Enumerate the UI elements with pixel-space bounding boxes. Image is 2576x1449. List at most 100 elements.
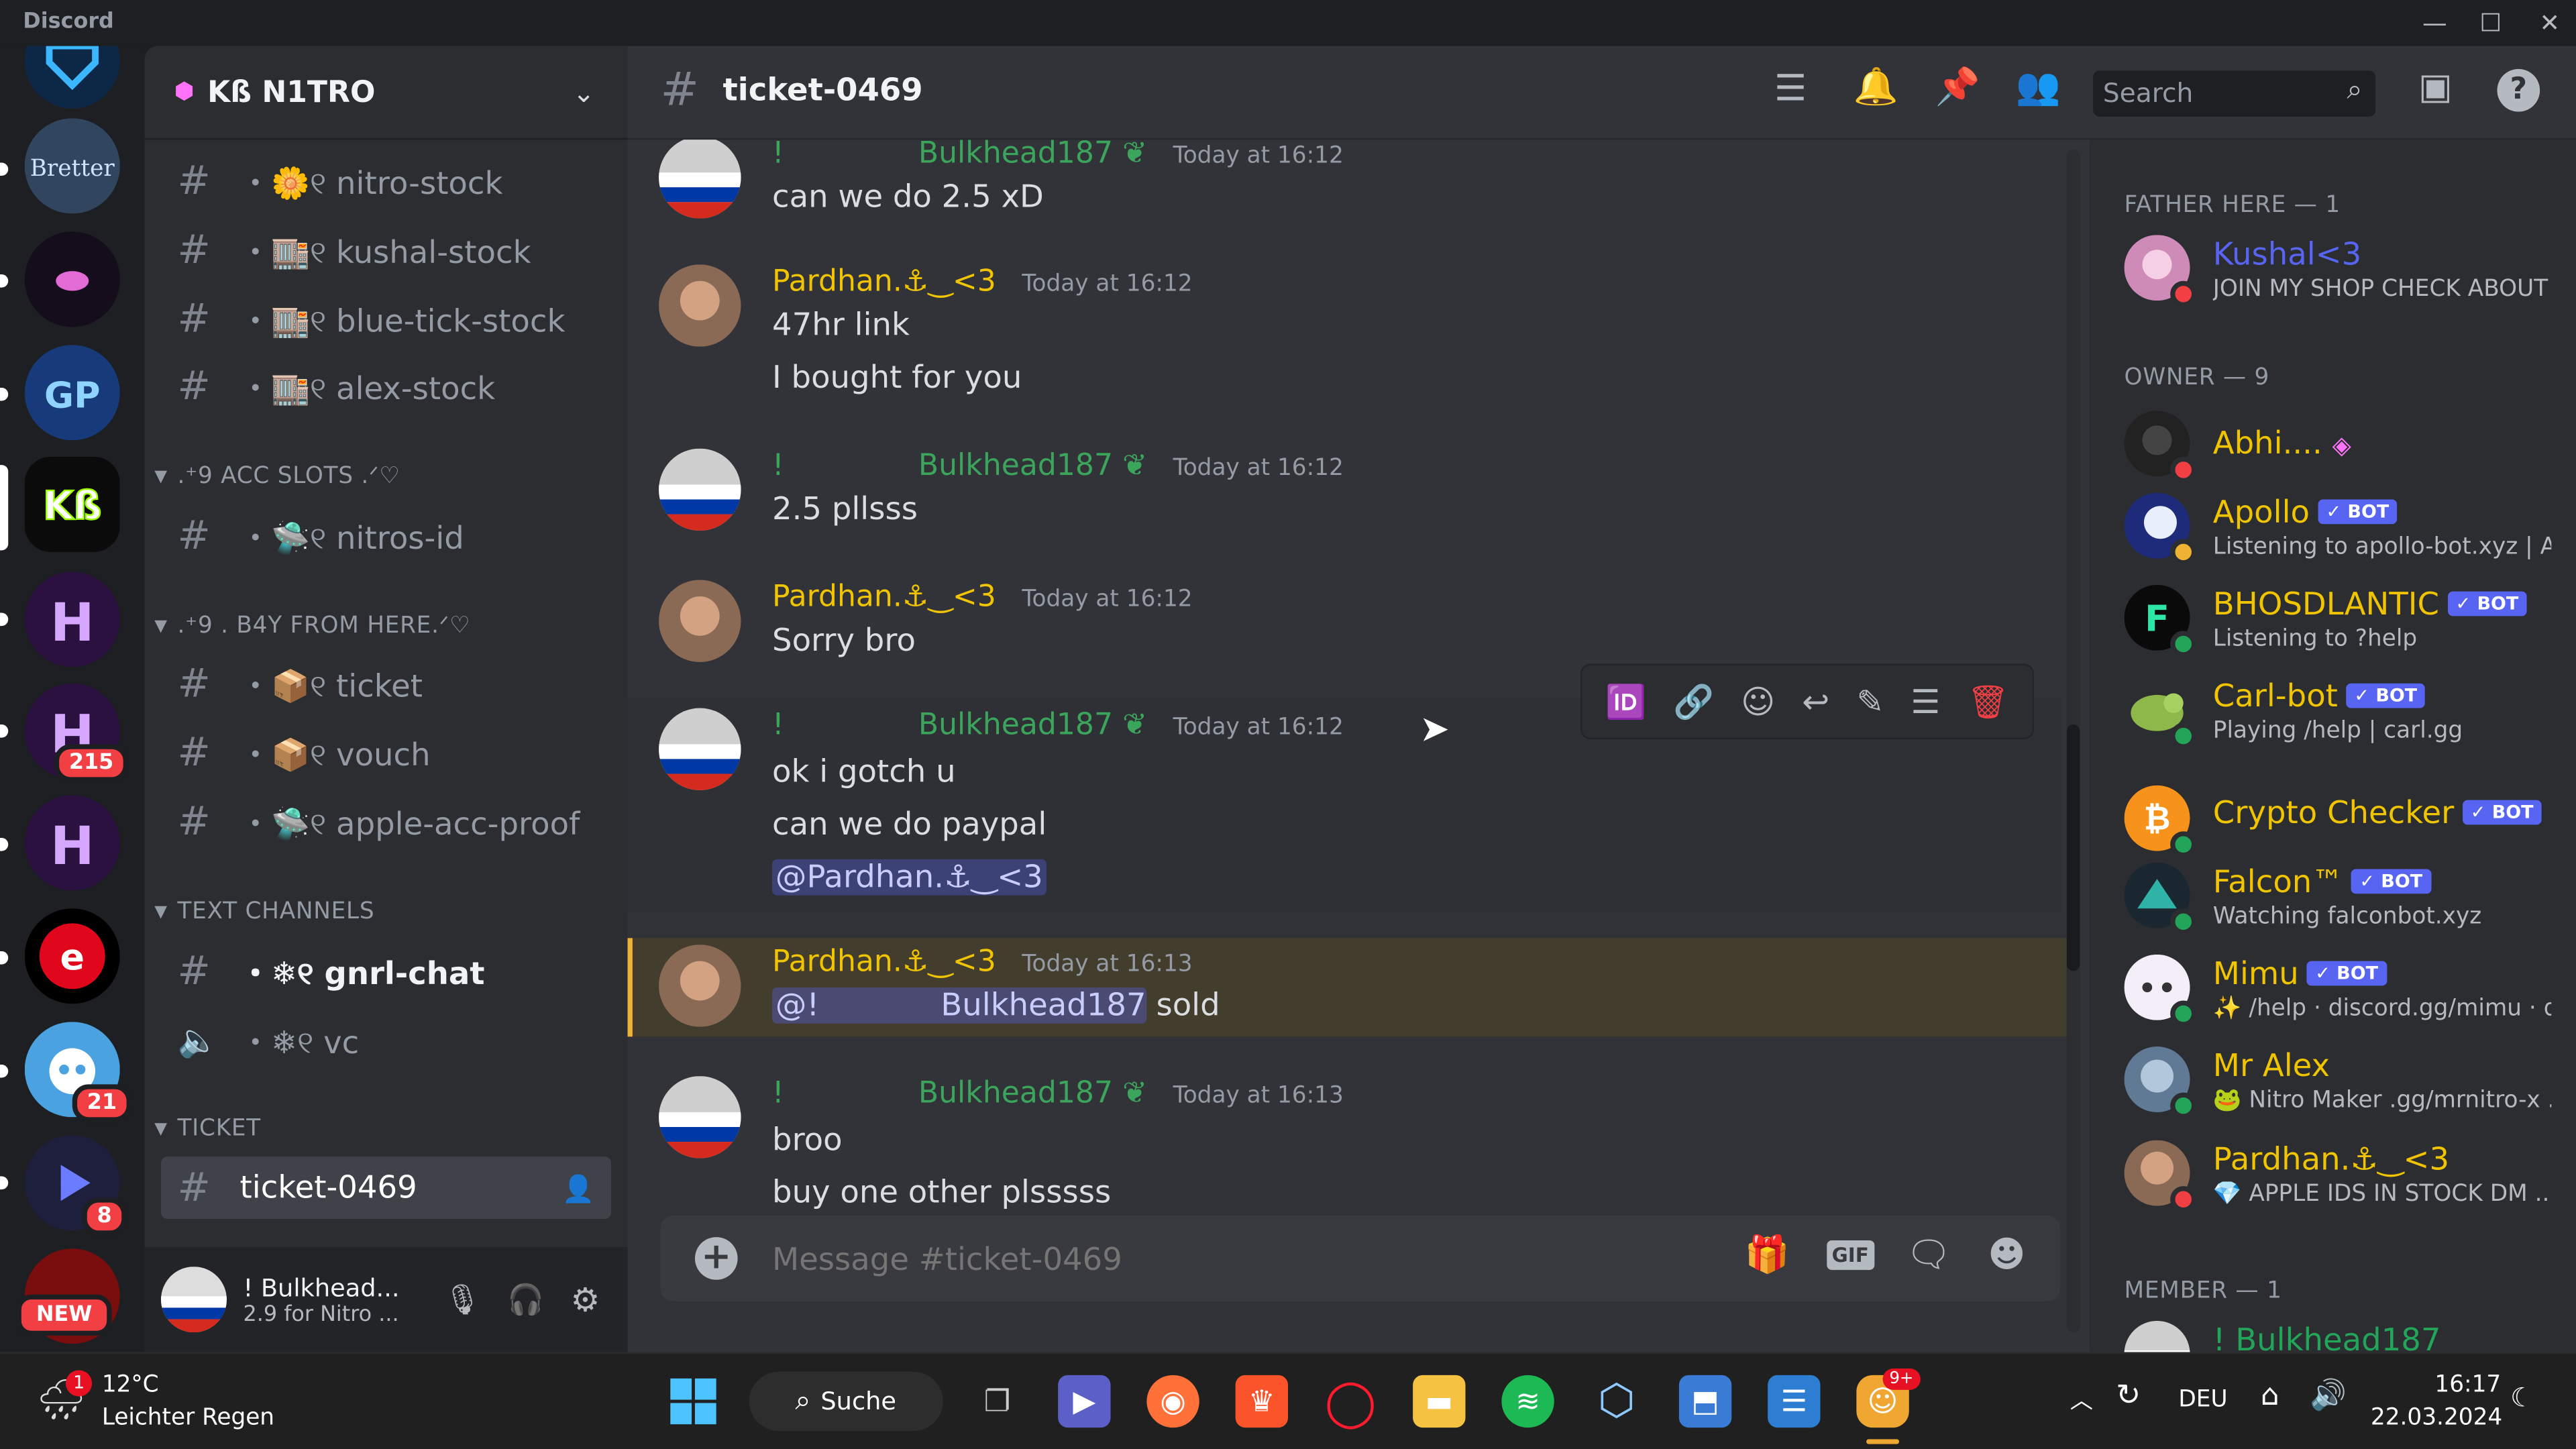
- opera-icon[interactable]: ◯: [1324, 1375, 1377, 1429]
- channel-vc[interactable]: 🔈 ・❄୧ vc: [161, 1009, 611, 1071]
- sticker-icon[interactable]: 🗨: [1906, 1236, 1951, 1277]
- member-carl-bot[interactable]: Carl-bot ✓ BOT Playing /help | carl.gg: [2125, 672, 2568, 754]
- member-bhosdlantic[interactable]: F BHOSDLANTIC ✓ BOT Listening to ?help: [2124, 580, 2568, 661]
- inbox-icon[interactable]: ▣: [2418, 67, 2453, 108]
- message-author[interactable]: ! Bulkhead187 ❦ Today at 16:12: [772, 708, 1344, 743]
- firefox-icon[interactable]: ◉: [1146, 1375, 1199, 1428]
- member-apollo[interactable]: Apollo ✓ BOT Listening to apollo-bot.xyz …: [2124, 488, 2568, 570]
- gif-button[interactable]: GIF: [1827, 1240, 1874, 1271]
- avatar[interactable]: [659, 945, 741, 1027]
- channel-nitro-stock[interactable]: # ・🌼୧ nitro-stock: [161, 150, 611, 212]
- minimize-button[interactable]: —: [2410, 5, 2459, 41]
- server-icon-gp[interactable]: GP: [24, 345, 120, 441]
- clock-date[interactable]: 22.03.2024: [2371, 1405, 2502, 1431]
- avatar[interactable]: [659, 580, 741, 662]
- avatar[interactable]: [659, 448, 741, 531]
- server-icon-h3[interactable]: H: [24, 795, 120, 891]
- member-pardhan[interactable]: Pardhan.⚓︎‿<3 💎 APPLE IDS IN STOCK DM ..…: [2124, 1135, 2568, 1217]
- member-crypto-checker[interactable]: ₿ Crypto Checker ✓ BOT: [2124, 780, 2568, 862]
- virtualbox-icon[interactable]: ⬡: [1591, 1375, 1643, 1428]
- add-attachment-icon[interactable]: +: [694, 1237, 738, 1280]
- member-kushal[interactable]: Kushal<3 JOIN MY SHOP CHECK ABOUT: [2124, 230, 2568, 312]
- search-box[interactable]: Search ⌕: [2093, 70, 2376, 117]
- avatar[interactable]: [659, 1076, 741, 1159]
- gift-icon[interactable]: 🎁: [1745, 1236, 1790, 1277]
- server-icon-shield[interactable]: [24, 46, 120, 109]
- avatar[interactable]: [659, 264, 741, 347]
- member-abhi[interactable]: Abhi.... ◈: [2124, 406, 2568, 488]
- channel-blue-tick-stock[interactable]: # ・🏬୧ blue-tick-stock: [161, 288, 611, 350]
- focus-moon-icon[interactable]: ☾: [2510, 1382, 2534, 1413]
- message-author[interactable]: ! Bulkhead187 ❦ Today at 16:13: [772, 1076, 1344, 1110]
- guild-header[interactable]: ⬢ Kß N1TRO ⌄: [144, 46, 628, 140]
- maximize-button[interactable]: ☐: [2466, 5, 2515, 41]
- category-buy[interactable]: ▼ .⁺9 . B4Y FROM HERE.ᐟ♡: [154, 612, 470, 639]
- avatar[interactable]: [659, 140, 741, 219]
- server-icon-red[interactable]: e: [24, 908, 120, 1004]
- emoji-icon[interactable]: ☻: [1988, 1236, 2025, 1277]
- avatar[interactable]: [161, 1267, 227, 1333]
- volume-icon[interactable]: 🔊: [2310, 1379, 2347, 1413]
- member-mr-alex[interactable]: Mr Alex 🐸 Nitro Maker .gg/mrnitro-x ...: [2124, 1042, 2568, 1124]
- settings-icon[interactable]: ⚙: [570, 1280, 600, 1320]
- member-list-icon[interactable]: 👥: [2016, 67, 2061, 108]
- avatar[interactable]: [659, 708, 741, 790]
- delete-icon[interactable]: 🗑: [1967, 682, 2008, 721]
- add-reaction-icon[interactable]: ☺: [1741, 682, 1775, 721]
- member-bulkhead[interactable]: ! Bulkhead187: [2124, 1316, 2568, 1352]
- category-ticket[interactable]: ▼ TICKET: [154, 1116, 261, 1142]
- message[interactable]: Pardhan.⚓︎‿<3 Today at 16:13 @! Bulkhead1…: [627, 938, 2067, 1037]
- copy-id-icon[interactable]: 🆔: [1605, 682, 1646, 721]
- start-button[interactable]: [667, 1375, 719, 1428]
- server-icon-kb[interactable]: Kß: [24, 456, 120, 552]
- teams-icon[interactable]: ▶: [1058, 1375, 1111, 1428]
- member-mimu[interactable]: Mimu ✓ BOT ✨ /help · discord.gg/mimu · d.…: [2124, 950, 2568, 1032]
- spotify-icon[interactable]: ≋: [1501, 1375, 1554, 1428]
- link-icon[interactable]: 🔗: [1673, 682, 1714, 721]
- message-author[interactable]: ! Bulkhead187 ❦ Today at 16:12: [772, 449, 1344, 483]
- installer-icon[interactable]: ⬒: [1678, 1375, 1732, 1428]
- add-member-icon[interactable]: 👤: [562, 1172, 595, 1203]
- channel-vouch[interactable]: # ・📦୧ vouch: [161, 721, 611, 784]
- threads-icon[interactable]: ☰: [1774, 69, 1807, 110]
- bell-icon[interactable]: 🔔: [1853, 67, 1898, 108]
- user-mention[interactable]: @! Bulkhead187: [772, 987, 1146, 1024]
- sync-icon[interactable]: ↻: [2116, 1379, 2141, 1413]
- user-mention[interactable]: @Pardhan.⚓︎‿<3: [772, 859, 1046, 896]
- channel-ticket-0469[interactable]: # ticket-0469 👤: [161, 1157, 612, 1220]
- message-input[interactable]: [769, 1235, 1696, 1285]
- microphone-icon[interactable]: 🎙: [443, 1282, 481, 1316]
- notepad-icon[interactable]: ☰: [1768, 1375, 1821, 1428]
- brave-icon[interactable]: ♛: [1235, 1375, 1289, 1428]
- scrollbar-thumb[interactable]: [2066, 724, 2080, 971]
- headphones-icon[interactable]: 🎧: [507, 1282, 544, 1316]
- chevron-up-icon[interactable]: ︿: [2070, 1383, 2093, 1416]
- help-icon[interactable]: ?: [2497, 68, 2540, 112]
- message-author[interactable]: ! Bulkhead187 ❦ Today at 16:12: [772, 140, 1344, 171]
- server-icon-h1[interactable]: H: [24, 572, 120, 667]
- category-acc-slots[interactable]: ▼ .⁺9 ACC SLOTS .ᐟ♡: [154, 464, 400, 490]
- server-icon-bretter[interactable]: Bretter: [24, 118, 120, 214]
- member-falcon[interactable]: Falcon™ ✓ BOT Watching falconbot.xyz: [2124, 857, 2568, 939]
- thread-icon[interactable]: ☰: [1911, 682, 1940, 721]
- taskbar-search[interactable]: ⌕ Suche: [749, 1371, 943, 1432]
- task-view-icon[interactable]: ❐: [971, 1375, 1023, 1428]
- category-text-channels[interactable]: ▼ TEXT CHANNELS: [154, 899, 374, 925]
- message-author[interactable]: Pardhan.⚓︎‿<3 Today at 16:13: [772, 945, 1193, 979]
- message-composer[interactable]: + 🎁 GIF 🗨 ☻: [660, 1216, 2061, 1301]
- message-author[interactable]: Pardhan.⚓︎‿<3 Today at 16:12: [772, 580, 1193, 614]
- reply-icon[interactable]: ↩: [1802, 682, 1829, 721]
- channel-alex-stock[interactable]: # ・🏬୧ alex-stock: [161, 355, 611, 417]
- message[interactable]: ! Bulkhead187 ❦ Today at 16:12 can we do…: [628, 140, 2062, 238]
- clock-time[interactable]: 16:17: [2434, 1372, 2501, 1398]
- language-indicator[interactable]: DEU: [2178, 1387, 2227, 1413]
- channel-kushal-stock[interactable]: # ・🏬୧ kushal-stock: [161, 219, 611, 281]
- file-explorer-icon[interactable]: ▬: [1413, 1375, 1466, 1428]
- channel-ticket[interactable]: # ・📦୧ ticket: [161, 652, 611, 714]
- server-icon-orb[interactable]: [24, 231, 120, 327]
- message-author[interactable]: Pardhan.⚓︎‿<3 Today at 16:12: [772, 264, 1193, 299]
- pin-icon[interactable]: 📌: [1935, 67, 1980, 108]
- channel-apple-acc-proof[interactable]: # ・🛸୧ apple-acc-proof: [161, 790, 611, 853]
- network-icon[interactable]: ⌂: [2261, 1379, 2279, 1413]
- scrollbar-track[interactable]: [2066, 149, 2080, 1333]
